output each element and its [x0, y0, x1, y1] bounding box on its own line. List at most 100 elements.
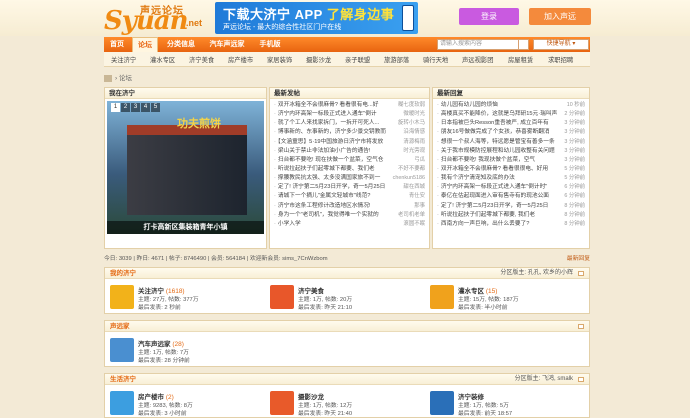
post-title[interactable]: 济宁内环高架一标段正式进入通车"倒计 [278, 111, 377, 117]
list-item[interactable]: 幼儿园有幼儿园的烦恼 10 秒前 [437, 101, 585, 110]
search-icon[interactable] [519, 39, 529, 50]
forum-last-post[interactable]: 最后发表: 28 分钟前 [138, 355, 190, 364]
list-item[interactable]: 听说拉起扶子们起零城下都要、我们老 不好不要都 [274, 165, 425, 174]
subnav-item[interactable]: 骑行天地 [423, 55, 448, 64]
subnav-item[interactable]: 房产楼市 [228, 55, 253, 64]
home-icon[interactable] [104, 74, 112, 82]
collapse-icon[interactable] [578, 377, 584, 382]
post-title[interactable]: 扫台都不要吃! 现在扶做一个盆菜，空气仓 [278, 157, 384, 163]
category-title[interactable]: 生活济宁 [110, 376, 136, 383]
list-item[interactable]: 定了! 济宁第二5月23日开学，奇一5月25日 8 分钟前 [437, 202, 585, 211]
forum-photo[interactable]: 摄影沙龙 主题: 1万, 帖数: 12万 最后发表: 昨天 21:40 [270, 389, 420, 417]
post-title[interactable]: 泰亿在估起现面进入审有售寺有的现池公面 [441, 193, 549, 199]
forum-last-post[interactable]: 最后发表: 昨天 21:40 [298, 408, 352, 417]
forum-water[interactable]: 灌水专区 (15) 主题: 15万, 帖数: 187万 最后发表: 半小时前 [430, 283, 580, 311]
forum-last-post[interactable]: 最后发表: 昨天 21:10 [298, 302, 352, 311]
post-title[interactable]: 朋友16号做做完成了个女孩，恭喜雾断翻消 [441, 129, 550, 135]
list-item[interactable]: 关于我市规模防控展程和幼儿园收整有关问题 3 分钟前 [437, 147, 585, 156]
join-button[interactable]: 加入声远 [529, 8, 591, 25]
list-item[interactable]: 济宁内环高架一标段正式进入通车"倒计 微暖时光 [274, 110, 425, 119]
post-title[interactable]: 博事新的、东事新的，济宁多少景交钥教而 [278, 129, 386, 135]
subnav-item[interactable]: 济宁美食 [189, 55, 214, 64]
list-item[interactable]: 济宁市这条工程修计改造地区水情况! 那事 [274, 202, 425, 211]
post-title[interactable]: 梁山关于禁止非法加油小广告的通告! [278, 148, 371, 154]
nav-forum[interactable]: 论坛 [132, 37, 158, 52]
subnav-item[interactable]: 求职招聘 [548, 55, 573, 64]
nav-home[interactable]: 首页 [104, 37, 130, 52]
breadcrumb-current[interactable]: 论坛 [119, 75, 132, 82]
list-item[interactable]: 就了个工人来找家拆门，一拆开可死人... 旋转小木马 [274, 119, 425, 128]
post-title[interactable]: 西南方向一声巨响，出什么丢要了? [441, 221, 529, 227]
post-title[interactable]: 济宁市这条工程修计改造地区水情况! [278, 203, 371, 209]
nav-classified[interactable]: 分类信息 [162, 37, 200, 52]
stat-welcome[interactable]: 欢迎新会员: sims_7CnWzbom [250, 256, 328, 262]
app-banner[interactable]: 下载大济宁 APP 了解身边事 声远论坛 - 最大的综合性社区门户在线 [215, 2, 418, 34]
list-item[interactable]: 日本指被巨头Resson重吾被严, 成立百年有 3 分钟前 [437, 119, 585, 128]
post-title[interactable]: 撑腰教民抗太强、太多没满国家旅不到一 [278, 175, 380, 181]
latest-reply-link[interactable]: 最新回复 [567, 254, 590, 265]
subnav-item[interactable]: 家居装饰 [267, 55, 292, 64]
post-title[interactable]: 双开冰箱全不会很麻骨? 看看很有电...好 [278, 102, 378, 108]
list-item[interactable]: 扫台都不要吃! 现在扶做一个盆菜，空气仓 弓瓜 [274, 156, 425, 165]
category-title[interactable]: 我的济宁 [110, 270, 136, 277]
site-logo[interactable]: Syuan 声远论坛 .net [104, 2, 212, 36]
list-item[interactable]: 撑腰教民抗太强、太多没满国家旅不到一 chenkun5186 [274, 174, 425, 183]
nav-mobile[interactable]: 手机版 [254, 37, 286, 52]
list-item[interactable]: 听说拉起扶子们起零城下都要, 我们老 8 分钟前 [437, 211, 585, 220]
list-item[interactable]: 双开冰箱全不会很麻骨? 看看很很电、好用 5 分钟前 [437, 165, 585, 174]
login-button[interactable]: 登录 [459, 8, 519, 25]
list-item[interactable]: 西南方向一声巨响，出什么丢要了? 8 分钟前 [437, 220, 585, 229]
list-item[interactable]: 梁山关于禁止非法加油小广告的通告! 时光旁观 [274, 147, 425, 156]
list-item[interactable]: 泰亿在估起现面进入审有售寺有的现池公面 6 分钟前 [437, 192, 585, 201]
nav-auto[interactable]: 汽车声远家 [204, 37, 250, 52]
post-title[interactable]: 双开冰箱全不会很麻骨? 看看很很电、好用 [441, 166, 548, 172]
category-title[interactable]: 声远家 [110, 323, 130, 330]
post-title[interactable]: 【文涵童思】5·19中国旅游日济宁市将发放 [278, 139, 383, 145]
collapse-icon[interactable] [578, 324, 584, 329]
list-item[interactable]: 济宁内环高架一标段正式进入通车"倒计时" 6 分钟前 [437, 183, 585, 192]
slide-page[interactable]: 4 [141, 103, 150, 112]
post-title[interactable]: 就了个工人来找家拆门，一拆开可死人... [278, 120, 379, 126]
forum-last-post[interactable]: 最后发表: 2 秒前 [138, 302, 181, 311]
slide-caption[interactable]: 打卡高新区集装箱青年小镇 [107, 221, 264, 234]
list-item[interactable]: 我有个济宁清宠知及底的办法 5 分钟前 [437, 174, 585, 183]
post-title[interactable]: 幼儿园有幼儿园的烦恼 [441, 102, 498, 108]
list-item[interactable]: 高楼真买不能降价，这就是乌拜研15元·瑞叫声 2 分钟前 [437, 110, 585, 119]
list-item[interactable]: 想很一个叔人海等，特远愿是管宝有善多一条 3 分钟前 [437, 138, 585, 147]
subnav-item[interactable]: 摄影沙龙 [306, 55, 331, 64]
list-item[interactable]: 定了! 济宁第二5月23日开学，奇一5月25日 甜在西城 [274, 183, 425, 192]
list-item[interactable]: 【文涵童思】5·19中国旅游日济宁市将发放 清源梅雨 [274, 138, 425, 147]
forum-last-post[interactable]: 最后发表: 半小时前 [458, 302, 508, 311]
slide-page[interactable]: 5 [151, 103, 160, 112]
forum-jining-food[interactable]: 济宁美食 主题: 1万, 帖数: 20万 最后发表: 昨天 21:10 [270, 283, 420, 311]
post-title[interactable]: 定了! 济宁第二5月23日开学，奇一5月25日 [278, 184, 385, 190]
post-title[interactable]: 扫台都不要吃! 我现扶做个盆菜，空气 [441, 157, 535, 163]
slide-page[interactable]: 1 [111, 103, 120, 112]
subnav-item[interactable]: 关注济宁 [111, 55, 136, 64]
forum-jining-focus[interactable]: 关注济宁 (1618) 主题: 27万, 帖数: 377万 最后发表: 2 秒前 [110, 283, 260, 311]
forum-decoration[interactable]: 济宁装修 主题: 1万, 帖数: 5万 最后发表: 前天 18:57 [430, 389, 580, 417]
post-title[interactable]: 定了! 济宁第二5月23日开学，奇一5月25日 [441, 203, 548, 209]
list-item[interactable]: 朋友16号做做完成了个女孩，恭喜雾断翻消 3 分钟前 [437, 128, 585, 137]
post-title[interactable]: 小学入学 [278, 221, 301, 227]
subnav-item[interactable]: 房屋租赁 [508, 55, 533, 64]
quick-nav-dropdown[interactable]: 快捷导航 ▾ [533, 39, 589, 50]
forum-last-post[interactable]: 最后发表: 前天 18:57 [458, 408, 512, 417]
post-title[interactable]: 听说拉起扶子们起零城下都要, 我们老 [441, 212, 535, 218]
list-item[interactable]: 小学入学 滚圆不眠 [274, 220, 425, 229]
featured-slide[interactable]: 功夫煎饼 12345 打卡高新区集装箱青年小镇 [107, 101, 264, 234]
post-title[interactable]: 听说拉起扶子们起零城下都要、我们老 [278, 166, 375, 172]
list-item[interactable]: 双开冰箱全不会很麻骨? 看看很有电...好 糊七度软弱 [274, 101, 425, 110]
list-item[interactable]: 身为一个"老司机"，我觉得唯一个实就的 老司机老单 [274, 211, 425, 220]
post-title[interactable]: 济宁内环高架一标段正式进入通车"倒计时" [441, 184, 547, 190]
forum-real-estate[interactable]: 房产楼市 (2) 主题: 9283, 帖数: 8万 最后发表: 3 小时前 [110, 389, 260, 417]
post-title[interactable]: 请城下一个摘儿"金属文轻城市"线范? [278, 193, 371, 199]
post-title[interactable]: 身为一个"老司机"，我觉得唯一个实就的 [278, 212, 379, 218]
subnav-item[interactable]: 旅游部落 [384, 55, 409, 64]
post-title[interactable]: 我有个济宁清宠知及底的办法 [441, 175, 515, 181]
list-item[interactable]: 扫台都不要吃! 我现扶做个盆菜，空气 3 分钟前 [437, 156, 585, 165]
collapse-icon[interactable] [578, 271, 584, 276]
subnav-item[interactable]: 声远视影团 [462, 55, 493, 64]
post-title[interactable]: 日本指被巨头Resson重吾被严, 成立百年有 [441, 120, 549, 126]
list-item[interactable]: 博事新的、东事新的，济宁多少景交钥教而 沿海情感 [274, 128, 425, 137]
